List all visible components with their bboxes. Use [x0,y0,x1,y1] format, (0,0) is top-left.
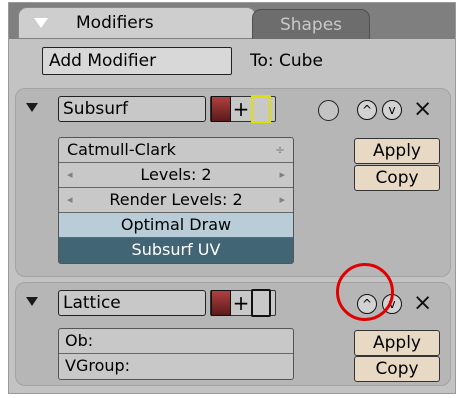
move-up-icon: ^ [361,103,373,117]
subdivision-type-value: Catmull-Clark [67,140,176,159]
realtime-toggle[interactable]: + [231,97,251,121]
subsurf-apply-button[interactable]: Apply [354,138,440,164]
move-down-icon: v [388,103,396,117]
optimal-draw-label: Optimal Draw [120,215,232,234]
lattice-object-label: Ob: [65,331,94,350]
subdivision-type-select[interactable]: Catmull-Clark ÷ [59,138,293,163]
editmode-icon [251,289,271,317]
editmode-icon [251,95,271,123]
render-icon [211,290,231,316]
realtime-toggle[interactable]: + [231,291,251,315]
editmode-toggle[interactable] [251,95,271,123]
lattice-collapse-icon[interactable] [26,297,38,306]
subsurf-name-field[interactable]: Subsurf [58,96,206,122]
lattice-settings-panel: Ob: VGroup: [58,328,294,380]
subsurf-uv-toggle[interactable]: Subsurf UV [59,238,293,263]
subsurf-uv-label: Subsurf UV [131,240,221,259]
render-icon [211,96,231,122]
subsurf-visibility-toggles: + [210,95,276,123]
lattice-apply-button[interactable]: Apply [354,330,440,356]
plus-icon: + [232,291,250,315]
modifier-target-label: To: Cube [250,51,323,71]
plus-icon: + [232,97,250,121]
tab-collapse-icon[interactable] [34,18,48,28]
vertex-group-field[interactable]: VGroup: [59,354,293,379]
render-toggle[interactable] [211,96,231,122]
decrement-arrow-icon[interactable]: ◂ [67,188,73,212]
remove-modifier-close-icon[interactable]: × [413,292,432,315]
tab-shapes[interactable]: Shapes [252,9,370,39]
increment-arrow-icon[interactable]: ▸ [279,163,285,187]
tab-modifiers-label: Modifiers [76,13,154,33]
lattice-object-field[interactable]: Ob: [59,329,293,354]
tab-modifiers[interactable]: Modifiers [18,7,256,38]
remove-modifier-close-icon[interactable]: × [413,98,432,121]
tab-shapes-label: Shapes [279,14,343,35]
render-toggle[interactable] [211,290,231,316]
subsurf-settings-panel: Catmull-Clark ÷ ◂ Levels: 2 ▸ ◂ Render L… [58,137,294,264]
subsurf-collapse-icon[interactable] [26,103,38,112]
optimal-draw-toggle[interactable]: Optimal Draw [59,213,293,238]
lattice-name-field[interactable]: Lattice [58,290,206,316]
move-down-button[interactable]: v [382,100,402,120]
vertex-group-label: VGroup: [65,356,131,375]
editmode-toggle[interactable] [251,289,271,317]
highlight-annotation-circle [336,263,394,321]
subsurf-copy-button[interactable]: Copy [354,165,440,191]
render-levels-field[interactable]: ◂ Render Levels: 2 ▸ [59,188,293,213]
render-levels-label: Render Levels: 2 [109,190,243,209]
decrement-arrow-icon[interactable]: ◂ [67,163,73,187]
stepper-icon: ÷ [274,143,285,157]
cage-toggle-button[interactable] [318,100,339,121]
move-up-button[interactable]: ^ [357,100,377,120]
lattice-copy-button[interactable]: Copy [354,356,440,382]
add-modifier-button[interactable]: Add Modifier [42,47,232,75]
increment-arrow-icon[interactable]: ▸ [279,188,285,212]
lattice-visibility-toggles: + [210,289,276,317]
levels-field[interactable]: ◂ Levels: 2 ▸ [59,163,293,188]
levels-label: Levels: 2 [140,165,212,184]
